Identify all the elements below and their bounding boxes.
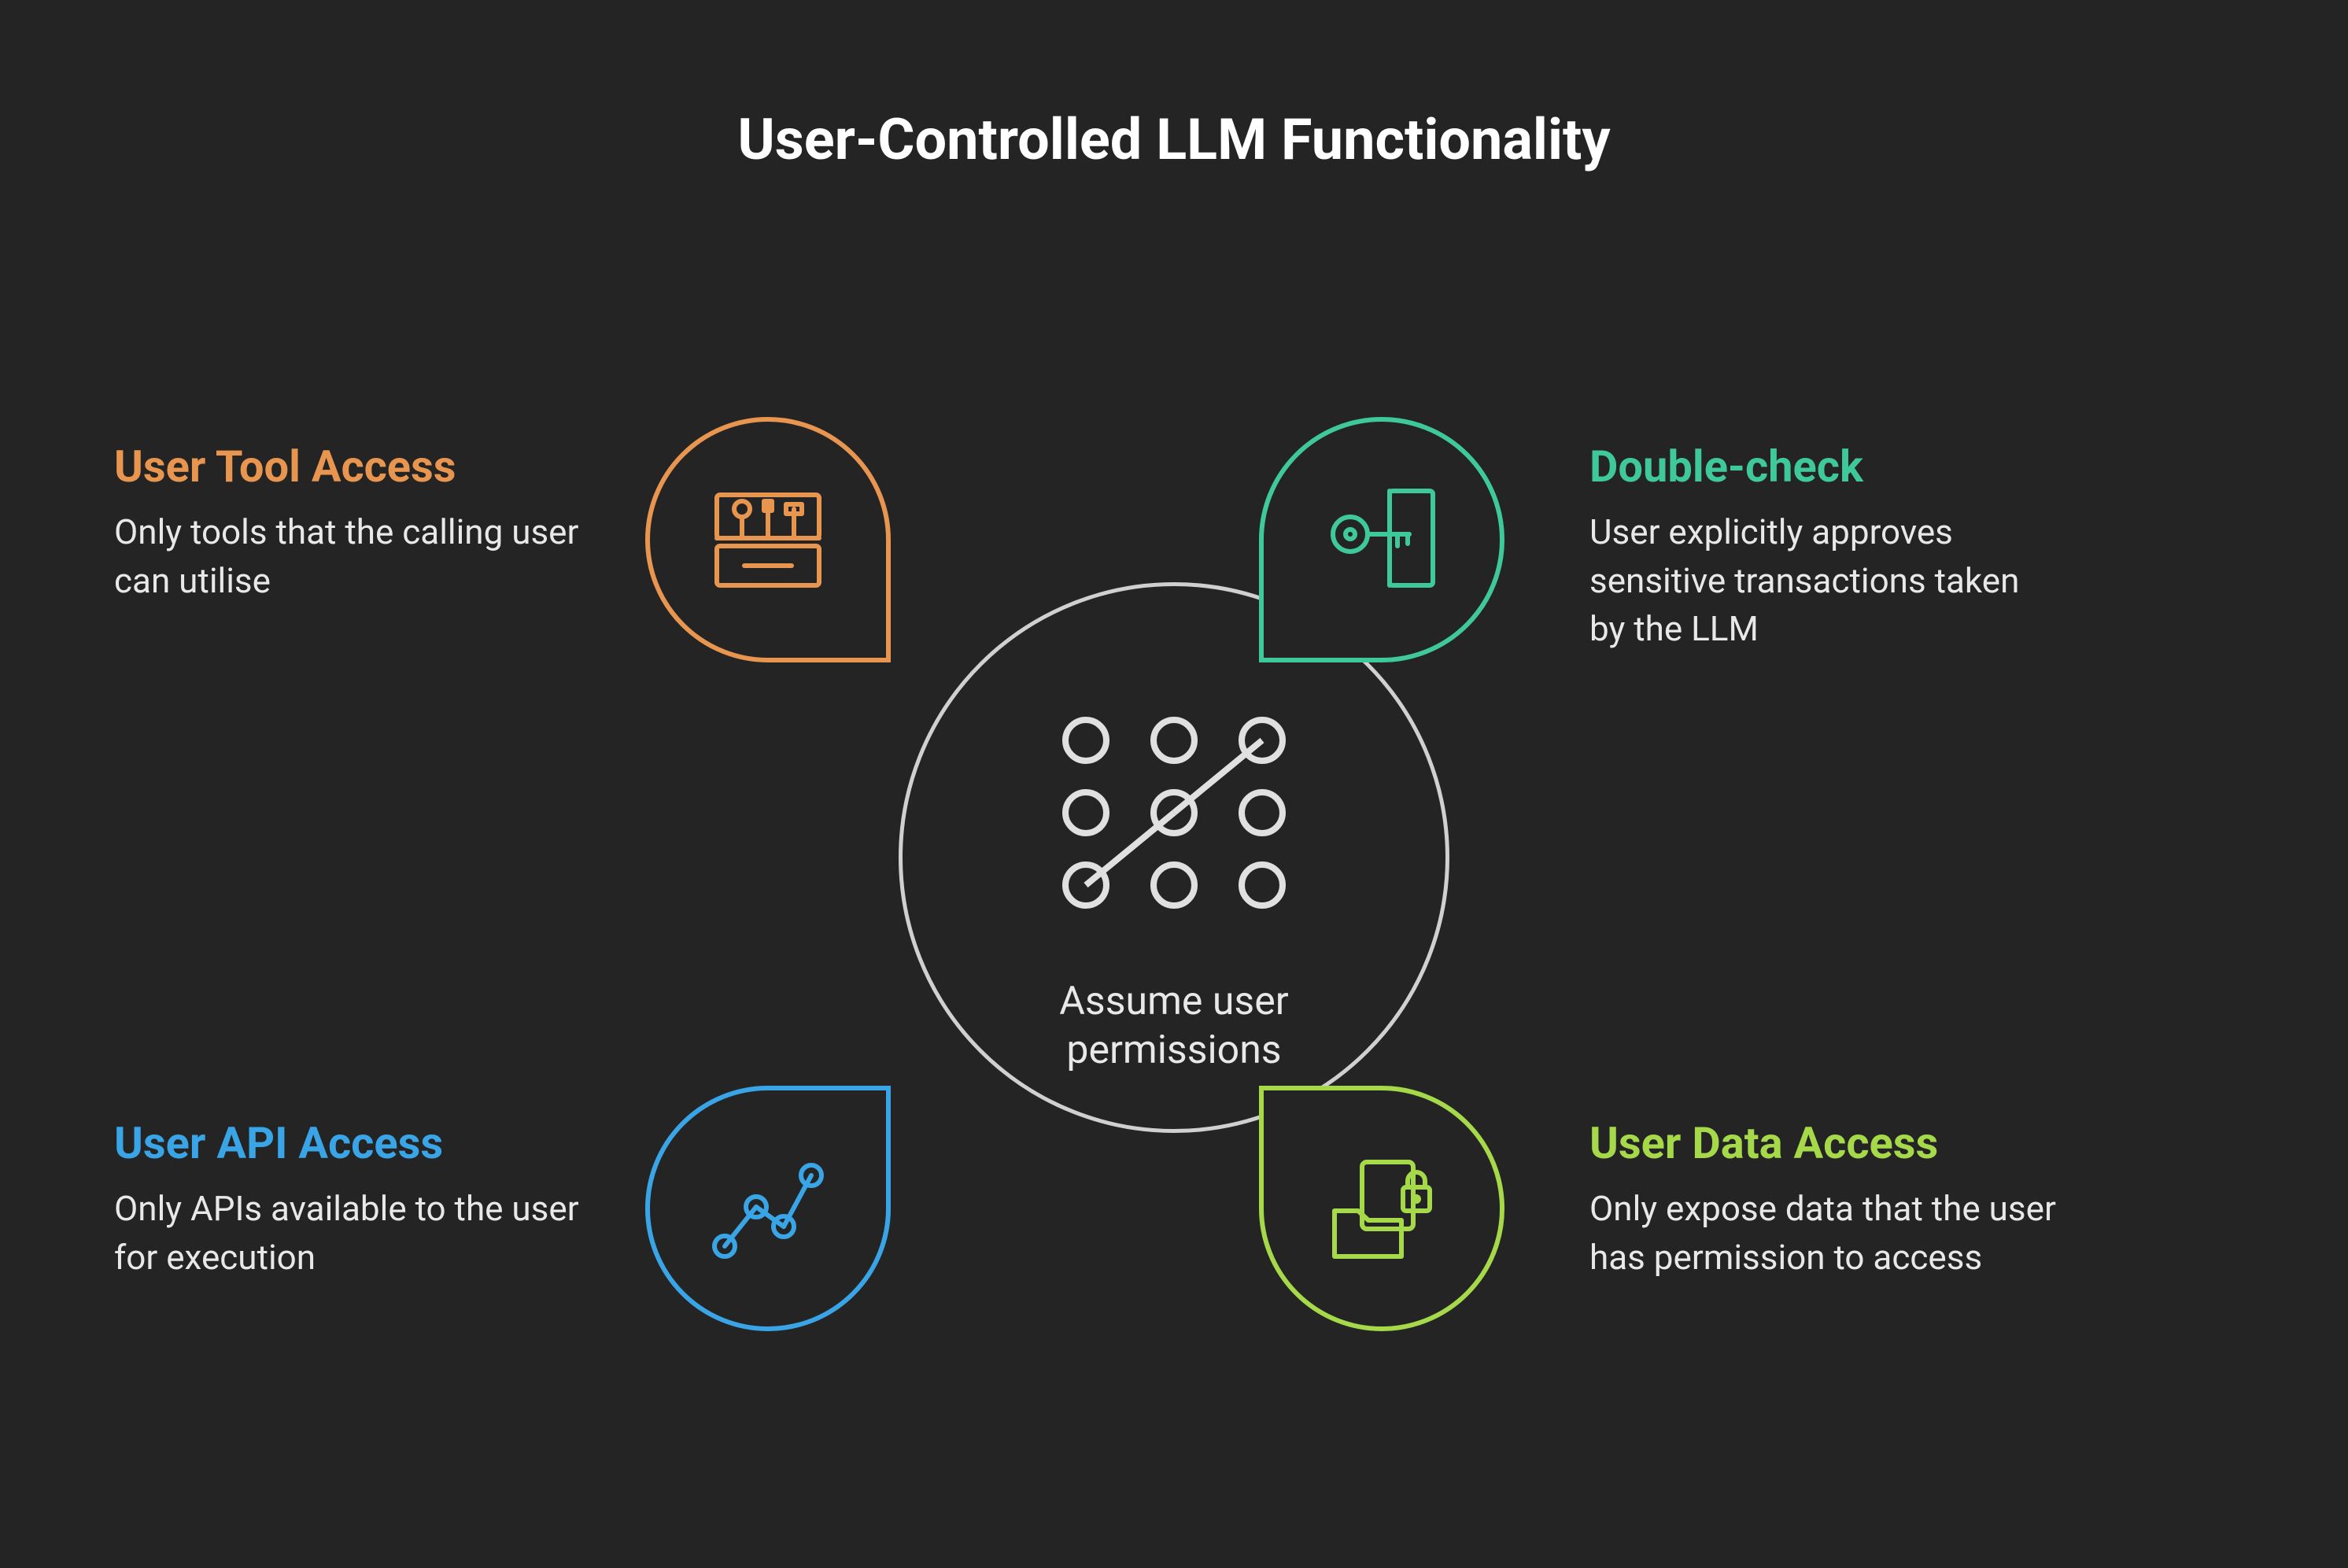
folder-lock-icon: [1315, 1140, 1449, 1277]
node-user-data-access: [1259, 1086, 1504, 1331]
node-user-api-access: [645, 1086, 891, 1331]
title-user-data-access: User Data Access: [1589, 1117, 2062, 1169]
toolbox-icon: [701, 471, 835, 608]
diagram-title: User-Controlled LLM Functionality: [0, 106, 2348, 173]
chart-nodes-icon: [701, 1140, 835, 1277]
node-user-tool-access: [645, 417, 891, 662]
network-graph-icon: [1048, 703, 1300, 926]
title-user-api-access: User API Access: [114, 1117, 586, 1169]
label-user-data-access: User Data Access Only expose data that t…: [1589, 1117, 2062, 1282]
center-assume-permissions: Assume user permissions: [899, 582, 1449, 1133]
center-caption: Assume user permissions: [1017, 977, 1331, 1075]
desc-double-check: User explicitly approves sensitive trans…: [1589, 508, 2062, 654]
desc-user-api-access: Only APIs available to the user for exec…: [114, 1185, 586, 1282]
title-user-tool-access: User Tool Access: [114, 441, 586, 493]
label-user-tool-access: User Tool Access Only tools that the cal…: [114, 441, 586, 605]
key-door-icon: [1315, 471, 1449, 608]
title-double-check: Double-check: [1589, 441, 2062, 493]
diagram-stage: User-Controlled LLM Functionality: [0, 0, 2348, 1568]
desc-user-tool-access: Only tools that the calling user can uti…: [114, 508, 586, 605]
desc-user-data-access: Only expose data that the user has permi…: [1589, 1185, 2062, 1282]
label-user-api-access: User API Access Only APIs available to t…: [114, 1117, 586, 1282]
label-double-check: Double-check User explicitly approves se…: [1589, 441, 2062, 654]
node-double-check: [1259, 417, 1504, 662]
